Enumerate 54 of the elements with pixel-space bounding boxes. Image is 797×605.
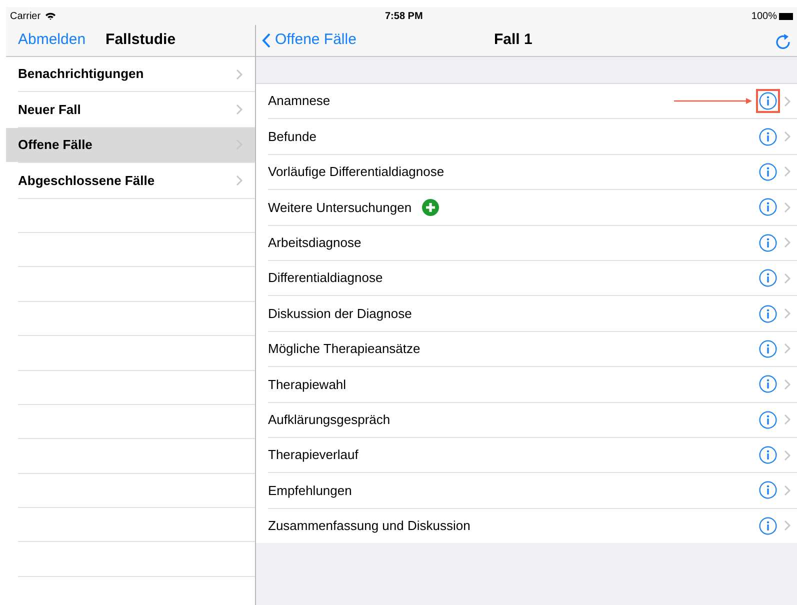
info-icon[interactable] <box>759 481 777 500</box>
logout-button[interactable]: Abmelden <box>18 29 86 52</box>
list-item-label[interactable]: Differentialdiagnose <box>268 268 383 288</box>
sidebar-item[interactable]: Offene Fälle <box>6 128 255 162</box>
list-item-label[interactable]: Empfehlungen <box>268 480 352 500</box>
chevron-icon <box>236 104 243 116</box>
info-icon[interactable] <box>759 304 777 323</box>
chevron-icon <box>784 520 791 532</box>
chevron-icon <box>784 131 791 142</box>
chevron-icon <box>784 272 791 284</box>
refresh-icon[interactable] <box>775 32 791 50</box>
list-item-label[interactable]: Aufklärungsgespräch <box>268 410 390 430</box>
chevron-icon <box>784 237 791 248</box>
info-icon[interactable] <box>759 375 777 394</box>
status-time: 7:58 PM <box>385 10 423 24</box>
chevron-icon <box>236 174 243 186</box>
info-icon[interactable] <box>759 410 777 429</box>
chevron-icon <box>784 96 791 107</box>
chevron-icon <box>784 484 791 496</box>
list-item-label[interactable]: Therapieverlauf <box>268 445 358 465</box>
info-icon[interactable] <box>759 234 777 252</box>
chevron-icon <box>236 68 243 80</box>
battery-label: 100% <box>751 10 777 24</box>
chevron-icon <box>784 450 791 461</box>
list-item-label[interactable]: Zusammenfassung und Diskussion <box>268 516 470 536</box>
nav-title: Fallstudie <box>106 30 176 50</box>
list-item-label[interactable]: Vorläufige Differentialdiagnose <box>268 162 444 182</box>
list-item-label[interactable]: Weitere Untersuchungen <box>268 198 412 218</box>
battery-icon <box>779 12 793 20</box>
list-item-label[interactable]: Befunde <box>268 126 316 146</box>
chevron-icon <box>784 202 791 213</box>
list-item-label[interactable]: Anamnese <box>268 91 330 111</box>
add-icon[interactable] <box>422 198 439 216</box>
list-item-label[interactable]: Mögliche Therapieansätze <box>268 339 420 359</box>
chevron-icon <box>784 166 791 178</box>
info-icon[interactable] <box>759 198 777 216</box>
nav-title: Fall 1 <box>494 30 532 50</box>
info-icon[interactable] <box>759 128 777 146</box>
list-item-label[interactable]: Arbeitsdiagnose <box>268 233 362 252</box>
carrier-label: Carrier <box>10 10 41 24</box>
chevron-icon <box>784 414 791 426</box>
list-item-label[interactable]: Therapiewahl <box>268 374 346 394</box>
chevron-icon <box>784 308 791 320</box>
back-button[interactable]: Offene Fälle <box>262 29 356 52</box>
chevron-icon <box>784 378 791 390</box>
info-icon[interactable] <box>759 340 777 358</box>
info-icon[interactable] <box>759 446 777 464</box>
wifi-icon <box>44 12 56 20</box>
info-icon[interactable] <box>759 162 777 181</box>
list-item-label[interactable]: Diskussion der Diagnose <box>268 304 412 324</box>
info-icon[interactable] <box>759 516 777 535</box>
chevron-icon <box>784 343 791 354</box>
back-chevron-icon <box>262 33 271 48</box>
info-icon[interactable] <box>759 269 777 288</box>
